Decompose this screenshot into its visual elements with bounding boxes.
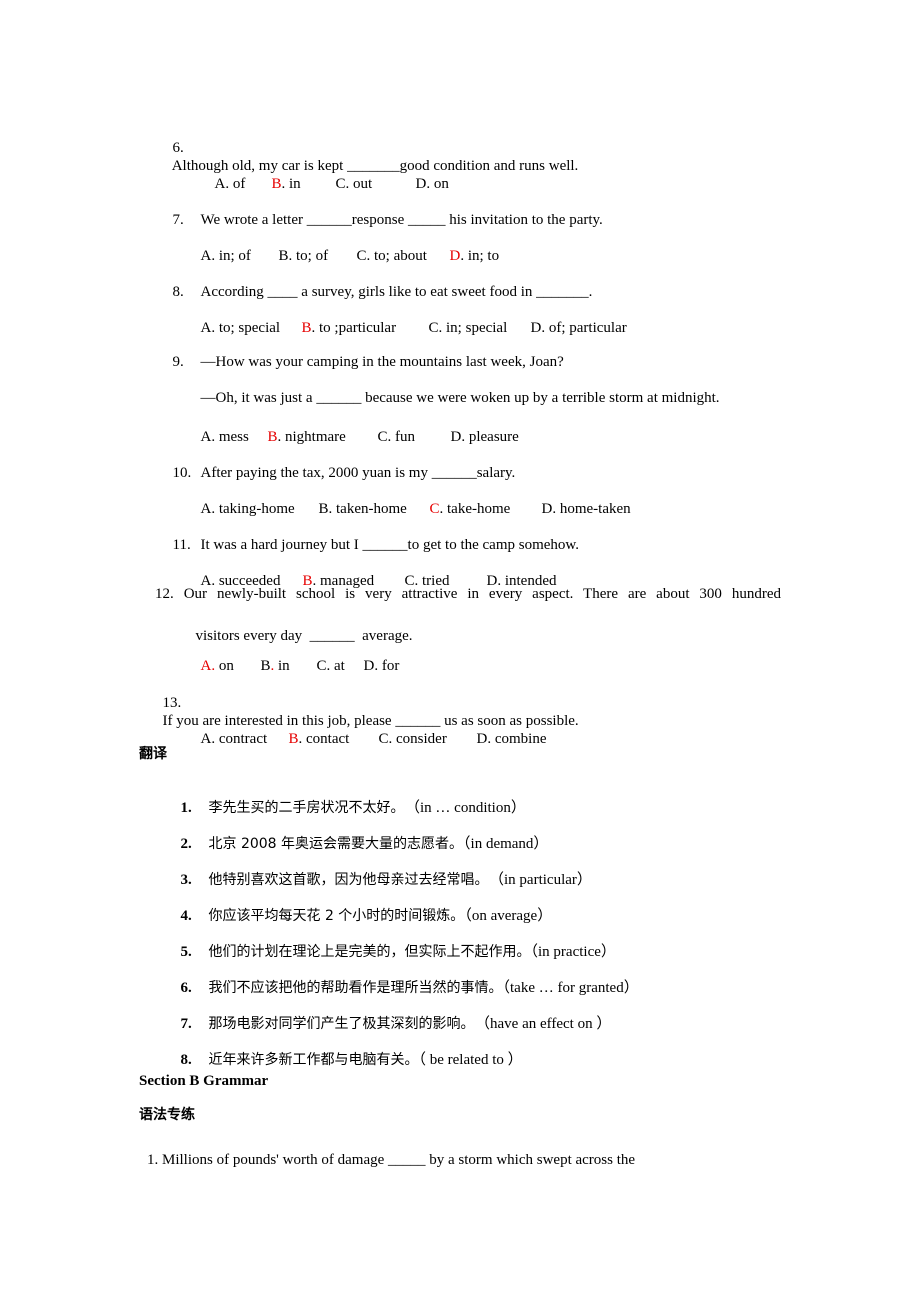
question-9-response: —Oh, it was just a ______ because we wer… bbox=[193, 371, 720, 407]
option-d: D. pleasure bbox=[450, 429, 519, 445]
option-d: D. for bbox=[363, 658, 400, 674]
option-b: B. to; of bbox=[278, 248, 329, 264]
question-8: 8. According ____ a survey, girls like to… bbox=[165, 265, 593, 301]
option-a: A. contract bbox=[200, 731, 268, 747]
question-12: 12. Our newly-built school is very attra… bbox=[155, 585, 781, 603]
question-number: 7. bbox=[172, 212, 184, 228]
translation-item: 4. 你应该平均每天花 2 个小时的时间锻炼。（on average） bbox=[173, 889, 553, 925]
phrase-hint: （take … for granted） bbox=[502, 980, 639, 996]
chinese-sentence: 那场电影对同学们产生了极其深刻的影响。 bbox=[208, 1016, 468, 1032]
option-a: A. in; of bbox=[200, 248, 251, 264]
item-number: 1. bbox=[180, 800, 192, 816]
option-d-correct: D. in; to bbox=[449, 248, 500, 264]
phrase-hint: （in … condition） bbox=[397, 800, 526, 816]
question-number: 12. bbox=[155, 586, 174, 602]
question-9-options: A. mess B. nightmare C. fun D. pleasure bbox=[193, 410, 519, 446]
phrase-hint: （in demand） bbox=[463, 836, 549, 852]
chinese-sentence: 我们不应该把他的帮助看作是理所当然的事情。 bbox=[208, 980, 503, 996]
question-8-options: A. to; special B. to ;particular C. in; sp… bbox=[193, 301, 627, 337]
question-10: 10. After paying the tax, 2000 yuan is my… bbox=[165, 446, 516, 482]
chinese-sentence: 李先生买的二手房状况不太好。 bbox=[208, 800, 398, 816]
question-stem: It was a hard journey but I ______to get… bbox=[200, 537, 580, 553]
question-stem: 6. bbox=[172, 140, 184, 156]
question-stem: According ____ a survey, girls like to e… bbox=[200, 284, 593, 300]
translation-item: 5. 他们的计划在理论上是完美的，但实际上不起作用。（in practice） bbox=[173, 925, 616, 961]
phrase-hint: （on average） bbox=[464, 908, 553, 924]
phrase-hint: （ be related to ） bbox=[418, 1052, 523, 1068]
chinese-sentence: 北京 2008 年奥运会需要大量的志愿者。 bbox=[208, 836, 464, 852]
chinese-sentence: 你应该平均每天花 2 个小时的时间锻炼。 bbox=[208, 908, 465, 924]
grammar-subheading: 语法专练 bbox=[139, 1107, 195, 1123]
question-13-options: A. contract B. contact C. consider D. combi… bbox=[193, 712, 547, 748]
item-number: 2. bbox=[180, 836, 192, 852]
option-a: A. of bbox=[214, 176, 246, 192]
question-7: 7. We wrote a letter ______response _____… bbox=[165, 193, 603, 229]
phrase-hint: （in practice） bbox=[530, 944, 616, 960]
question-6-options: A. of B. in C. out D. on bbox=[207, 157, 449, 193]
question-12-options: A. on B. in C. at D. for bbox=[193, 639, 400, 675]
option-d: D. on bbox=[415, 176, 449, 192]
question-number: 11. bbox=[172, 537, 191, 553]
translation-item: 2. 北京 2008 年奥运会需要大量的志愿者。（in demand） bbox=[173, 817, 549, 853]
option-c: C. consider bbox=[378, 731, 447, 747]
question-7-options: A. in; of B. to; of C. to; about D. in; to bbox=[193, 229, 500, 265]
option-c: C. at bbox=[316, 658, 345, 674]
option-b-correct: B. contact bbox=[288, 731, 350, 747]
question-stem-continued: —Oh, it was just a ______ because we wer… bbox=[200, 390, 720, 406]
translation-item: 8. 近年来许多新工作都与电脑有关。（ be related to ） bbox=[173, 1033, 523, 1069]
option-b: B. in bbox=[260, 658, 290, 674]
phrase-hint: （have an effect on ） bbox=[467, 1016, 612, 1032]
question-stem: —How was your camping in the mountains l… bbox=[200, 354, 564, 370]
option-a: A. mess bbox=[200, 429, 249, 445]
translation-item: 7. 那场电影对同学们产生了极其深刻的影响。 （have an effect on… bbox=[173, 997, 612, 1033]
item-number: 4. bbox=[180, 908, 192, 924]
translation-item: 1. 李先生买的二手房状况不太好。 （in … condition） bbox=[173, 781, 526, 817]
question-9: 9. —How was your camping in the mountains… bbox=[165, 335, 564, 371]
option-a: A. taking-home bbox=[200, 501, 295, 517]
translation-item: 3. 他特别喜欢这首歌，因为他母亲过去经常唱。 （in particular） bbox=[173, 853, 592, 889]
item-number: 8. bbox=[180, 1052, 192, 1068]
option-d: D. home-taken bbox=[541, 501, 631, 517]
question-stem: After paying the tax, 2000 yuan is my __… bbox=[200, 465, 516, 481]
option-b-correct: B. in bbox=[271, 176, 301, 192]
question-stem: Our newly-built school is very attractiv… bbox=[183, 586, 782, 602]
translation-item: 6. 我们不应该把他的帮助看作是理所当然的事情。（take … for grant… bbox=[173, 961, 639, 997]
chinese-sentence: 他特别喜欢这首歌，因为他母亲过去经常唱。 bbox=[208, 872, 482, 888]
item-number: 3. bbox=[180, 872, 192, 888]
option-c: C. to; about bbox=[356, 248, 427, 264]
option-c: C. out bbox=[335, 176, 373, 192]
question-number: 9. bbox=[172, 354, 184, 370]
option-d: D. combine bbox=[476, 731, 547, 747]
item-number: 6. bbox=[180, 980, 192, 996]
section-title: Section B Grammar bbox=[139, 1073, 269, 1089]
option-a-correct: A. on bbox=[200, 658, 234, 674]
grammar-question-1: 1. Millions of pounds' worth of damage _… bbox=[147, 1152, 636, 1168]
chinese-sentence: 他们的计划在理论上是完美的，但实际上不起作用。 bbox=[208, 944, 531, 960]
translation-heading: 翻译 bbox=[139, 746, 167, 762]
question-number: 13. bbox=[162, 695, 182, 711]
question-11: 11. It was a hard journey but I ______to … bbox=[165, 518, 580, 554]
question-number: 10. bbox=[172, 465, 192, 481]
option-c-correct: C. take-home bbox=[429, 501, 511, 517]
question-stem: We wrote a letter ______response _____ h… bbox=[200, 212, 603, 228]
item-number: 7. bbox=[180, 1016, 192, 1032]
option-c: C. fun bbox=[377, 429, 416, 445]
chinese-sentence: 近年来许多新工作都与电脑有关。 bbox=[208, 1052, 419, 1068]
item-number: 5. bbox=[180, 944, 192, 960]
option-b: B. taken-home bbox=[318, 501, 407, 517]
question-number: 8. bbox=[172, 284, 184, 300]
question-10-options: A. taking-home B. taken-home C. take-home D… bbox=[193, 482, 631, 518]
phrase-hint: （in particular） bbox=[481, 872, 592, 888]
option-b-correct: B. nightmare bbox=[267, 429, 346, 445]
